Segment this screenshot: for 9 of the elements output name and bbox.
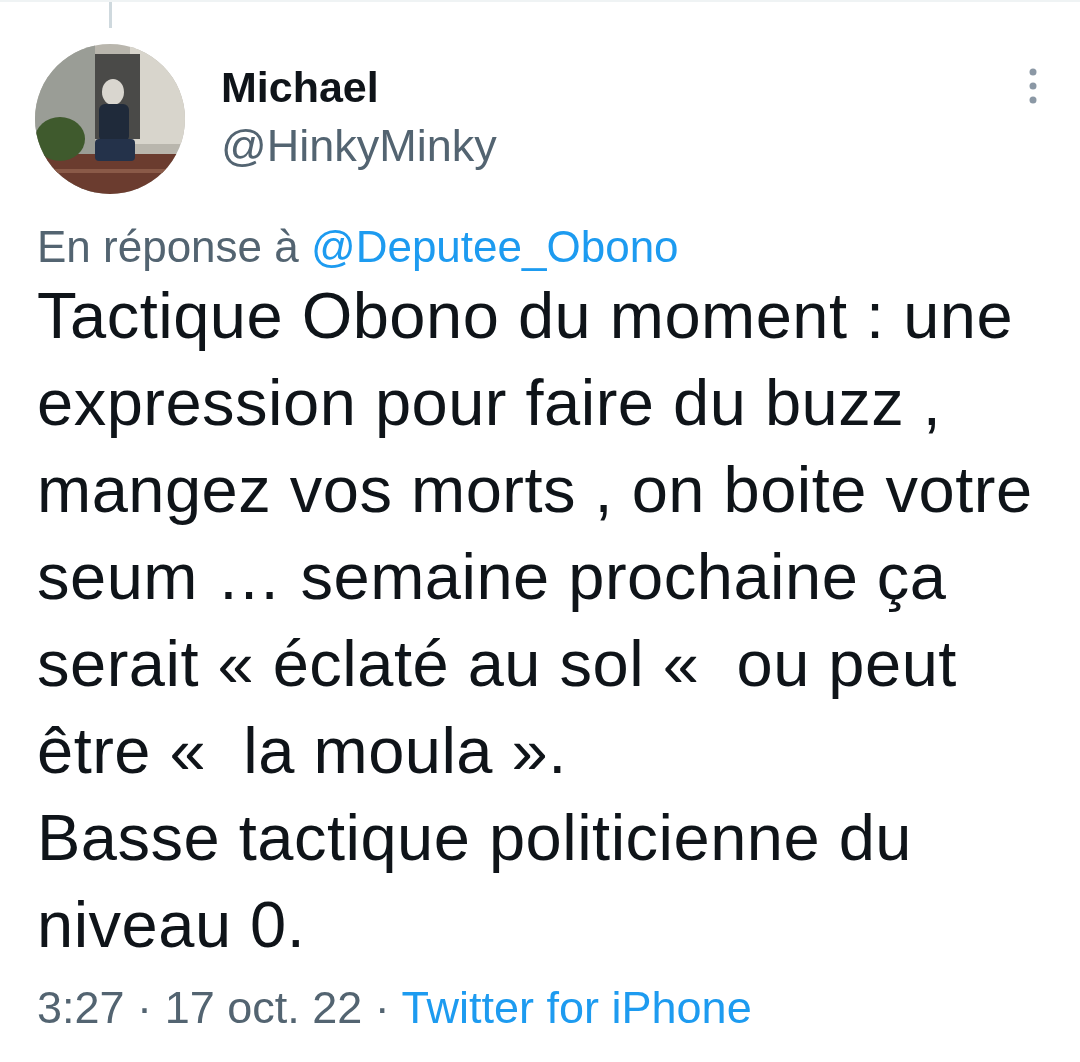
author-handle[interactable]: @HinkyMinky	[221, 119, 990, 172]
tweet-text: Tactique Obono du moment : une expression pour faire du buzz , mangez vos morts , on boite votre seum … semaine prochaine ça serait « éclaté au sol « ou peut être « la moula ».	[37, 278, 1034, 789]
separator-dot: ·	[374, 982, 390, 1033]
tweet-time: 3:27	[37, 982, 125, 1033]
tweet-text: Basse tactique politicienne du niveau 0.	[37, 800, 913, 963]
reply-label: En réponse à	[37, 222, 299, 271]
separator-dot: ·	[137, 982, 153, 1033]
tweet-date: 17 oct. 22	[164, 982, 363, 1033]
author-name[interactable]: Michael	[221, 62, 990, 112]
